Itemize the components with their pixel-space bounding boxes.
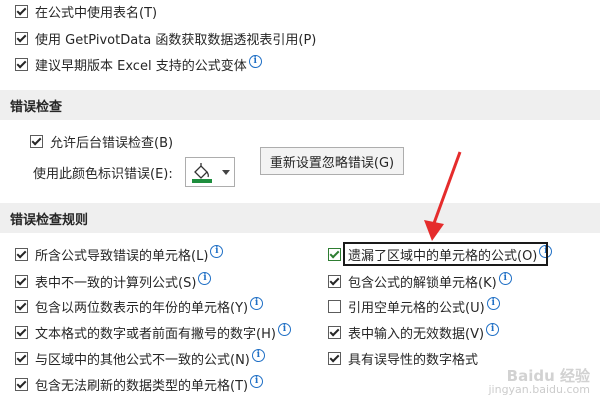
watermark-brand: Baidu 经验 bbox=[506, 367, 590, 385]
suggest-formula-variants-option[interactable]: 建议早期版本 Excel 支持的公式变体 i bbox=[15, 54, 262, 74]
error-color-label: 使用此颜色标识错误(E): bbox=[33, 162, 173, 182]
info-icon[interactable]: i bbox=[250, 374, 264, 388]
rule-empty-cell-refs-checkbox[interactable] bbox=[328, 299, 341, 313]
annotation-arrow-icon bbox=[424, 151, 462, 241]
error-color-picker[interactable] bbox=[185, 157, 235, 187]
suggest-formula-variants-checkbox[interactable] bbox=[15, 57, 28, 71]
rule-formula-errors-label: 所含公式导致错误的单元格(L) bbox=[35, 248, 209, 264]
rule-misleading-format[interactable]: 具有误导性的数字格式 bbox=[328, 348, 478, 368]
rule-text-numbers-label: 文本格式的数字或者前面有撇号的数字(H) bbox=[35, 326, 276, 342]
use-getpivotdata-checkbox[interactable] bbox=[15, 31, 28, 45]
rule-invalid-data-label: 表中输入的无效数据(V) bbox=[348, 326, 485, 342]
info-icon[interactable]: i bbox=[486, 322, 500, 336]
enable-background-check-label: 允许后台错误检查(B) bbox=[50, 135, 174, 151]
rule-two-digit-years-label: 包含以两位数表示的年份的单元格(Y) bbox=[35, 300, 249, 316]
info-icon[interactable]: i bbox=[210, 244, 224, 258]
suggest-formula-variants-label: 建议早期版本 Excel 支持的公式变体 bbox=[35, 58, 247, 74]
use-getpivotdata-option[interactable]: 使用 GetPivotData 函数获取数据透视表引用(P) bbox=[15, 28, 316, 48]
use-getpivotdata-label: 使用 GetPivotData 函数获取数据透视表引用(P) bbox=[35, 32, 317, 48]
reset-ignored-errors-button[interactable]: 重新设置忽略错误(G) bbox=[260, 147, 404, 175]
rule-text-numbers[interactable]: 文本格式的数字或者前面有撇号的数字(H) i bbox=[15, 322, 291, 342]
rule-formula-errors[interactable]: 所含公式导致错误的单元格(L) i bbox=[15, 244, 224, 264]
watermark-url: jingyan.baidu.com bbox=[488, 383, 590, 396]
rule-inconsistent-region-checkbox[interactable] bbox=[15, 351, 28, 365]
error-checking-heading: 错误检查 bbox=[10, 99, 63, 115]
rule-inconsistent-column-label: 表中不一致的计算列公式(S) bbox=[35, 275, 197, 291]
paint-bucket-icon bbox=[192, 163, 212, 183]
use-table-names-checkbox[interactable] bbox=[15, 4, 28, 18]
error-rules-section-header: 错误检查规则 bbox=[0, 203, 600, 233]
rule-omitted-cells-checkbox[interactable] bbox=[328, 247, 341, 261]
rule-formula-errors-checkbox[interactable] bbox=[15, 247, 28, 261]
info-icon[interactable]: i bbox=[277, 322, 291, 336]
enable-background-check-option[interactable]: 允许后台错误检查(B) bbox=[30, 131, 173, 151]
error-rules-heading: 错误检查规则 bbox=[10, 212, 89, 228]
rule-unlocked-formulas[interactable]: 包含公式的解锁单元格(K) i bbox=[328, 271, 512, 291]
rule-misleading-format-checkbox[interactable] bbox=[328, 351, 341, 365]
rule-empty-cell-refs[interactable]: 引用空单元格的公式(U) i bbox=[328, 296, 500, 316]
rule-empty-cell-refs-label: 引用空单元格的公式(U) bbox=[348, 300, 485, 316]
use-table-names-label: 在公式中使用表名(T) bbox=[35, 5, 158, 21]
use-table-names-option[interactable]: 在公式中使用表名(T) bbox=[15, 1, 157, 21]
chevron-down-icon bbox=[222, 170, 230, 175]
rule-unrefreshable-types[interactable]: 包含无法刷新的数据类型的单元格(T) i bbox=[15, 374, 264, 394]
rule-unlocked-formulas-label: 包含公式的解锁单元格(K) bbox=[348, 275, 497, 291]
rule-invalid-data[interactable]: 表中输入的无效数据(V) i bbox=[328, 322, 500, 342]
watermark: Baidu 经验 jingyan.baidu.com bbox=[488, 367, 590, 397]
info-icon[interactable]: i bbox=[251, 348, 265, 362]
error-color-label-text: 使用此颜色标识错误(E): bbox=[33, 166, 173, 182]
rule-inconsistent-column[interactable]: 表中不一致的计算列公式(S) i bbox=[15, 271, 212, 291]
rule-unlocked-formulas-checkbox[interactable] bbox=[328, 274, 341, 288]
info-icon[interactable]: i bbox=[250, 296, 264, 310]
rule-inconsistent-region-label: 与区域中的其他公式不一致的公式(N) bbox=[35, 352, 250, 368]
rule-inconsistent-column-checkbox[interactable] bbox=[15, 274, 28, 288]
rule-misleading-format-label: 具有误导性的数字格式 bbox=[348, 352, 479, 368]
rule-inconsistent-region[interactable]: 与区域中的其他公式不一致的公式(N) i bbox=[15, 348, 265, 368]
rule-invalid-data-checkbox[interactable] bbox=[328, 325, 341, 339]
rule-text-numbers-checkbox[interactable] bbox=[15, 325, 28, 339]
info-icon[interactable]: i bbox=[248, 54, 262, 68]
enable-background-check-checkbox[interactable] bbox=[30, 134, 43, 148]
info-icon[interactable]: i bbox=[498, 271, 512, 285]
rule-unrefreshable-types-label: 包含无法刷新的数据类型的单元格(T) bbox=[35, 378, 249, 394]
info-icon[interactable]: i bbox=[486, 296, 500, 310]
rule-unrefreshable-types-checkbox[interactable] bbox=[15, 377, 28, 391]
info-icon[interactable]: i bbox=[198, 271, 212, 285]
error-checking-section-header: 错误检查 bbox=[0, 90, 600, 120]
reset-ignored-errors-label: 重新设置忽略错误(G) bbox=[269, 155, 395, 171]
rule-two-digit-years-checkbox[interactable] bbox=[15, 299, 28, 313]
rule-two-digit-years[interactable]: 包含以两位数表示的年份的单元格(Y) i bbox=[15, 296, 264, 316]
